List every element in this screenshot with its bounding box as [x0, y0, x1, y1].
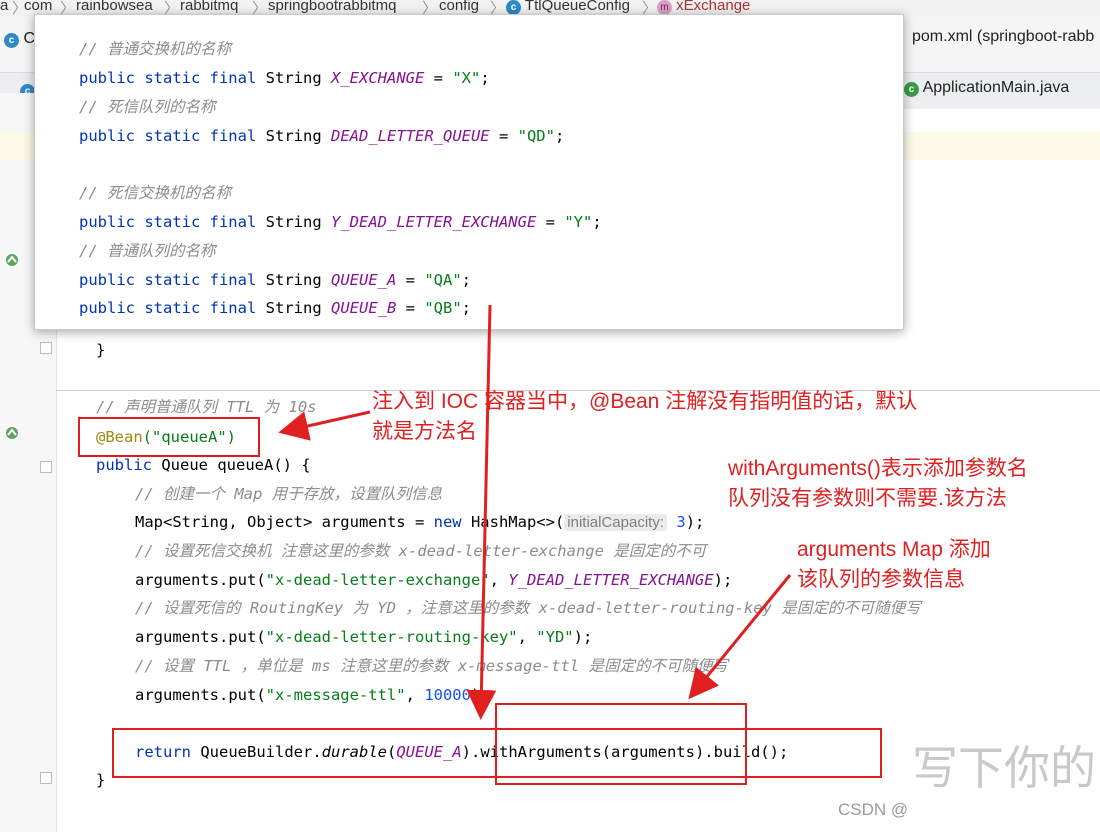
tab-left[interactable]: c C — [4, 30, 35, 48]
witharguments-highlight-box — [495, 703, 747, 785]
code-comment: // 创建一个 Map 用于存放，设置队列信息 — [135, 485, 443, 503]
bean-highlight-box — [78, 417, 260, 457]
note-bean: 注入到 IOC 容器当中，@Bean 注解没有指明值的话，默认 就是方法名 — [372, 390, 918, 443]
class-icon: c — [506, 0, 521, 15]
code-line: } — [96, 771, 106, 789]
class-icon: c — [4, 33, 19, 48]
code-comment: // 设置死信交换机 注意这里的参数 x-dead-letter-exchang… — [135, 542, 707, 560]
breadcrumb-item[interactable]: com — [24, 0, 52, 14]
popup-comment: // 普通队列的名称 — [79, 242, 216, 260]
csdn-watermark: CSDN @ — [838, 800, 909, 819]
breadcrumb-item[interactable]: config — [439, 0, 479, 14]
spring-bean-icon[interactable] — [4, 253, 20, 267]
code-line-put: arguments.put("x-dead-letter-exchange", … — [135, 571, 733, 589]
tab-pom-xml[interactable]: pom.xml (springboot-rabb — [912, 28, 1094, 46]
breadcrumb-item[interactable]: rabbitmq — [180, 0, 238, 14]
code-comment: // 声明普通队列 TTL 为 10s — [96, 398, 317, 416]
popup-constant-line: public static final String QUEUE_A = "QA… — [79, 271, 471, 289]
breadcrumb-class[interactable]: c TtlQueueConfig — [506, 0, 630, 15]
code-comment: // 设置 TTL ，单位是 ms 注意这里的参数 x-message-ttl … — [135, 657, 728, 675]
breadcrumb-item[interactable]: rainbowsea — [76, 0, 153, 14]
code-line: } — [96, 341, 106, 359]
parameter-hint: initialCapacity: — [564, 514, 667, 531]
spring-bean-icon[interactable] — [4, 426, 20, 440]
note-arguments-map: arguments Map 添加 该队列的参数信息 — [797, 538, 991, 591]
popup-constant-line: public static final String QUEUE_B = "QB… — [79, 299, 471, 317]
arrow-to-queue-a — [466, 304, 497, 720]
method-icon: m — [657, 0, 672, 15]
code-line-signature: public Queue queueA() { — [96, 456, 311, 474]
spring-class-icon: c — [904, 82, 919, 97]
fold-marker[interactable] — [40, 342, 52, 354]
fold-marker[interactable] — [40, 772, 52, 784]
popup-constant-line: public static final String X_EXCHANGE = … — [79, 69, 490, 87]
code-line-put: arguments.put("x-message-ttl", 10000); — [135, 686, 490, 704]
code-comment: // 设置死信的 RoutingKey 为 YD ，注意这里的参数 x-dead… — [135, 599, 921, 617]
popup-comment: // 死信队列的名称 — [79, 98, 216, 116]
popup-constant-line: public static final String Y_DEAD_LETTER… — [79, 213, 602, 231]
note-witharguments: withArguments()表示添加参数名 队列没有参数则不需要.该方法 — [728, 457, 1028, 510]
popup-comment: // 普通交换机的名称 — [79, 40, 231, 58]
handwritten-watermark: 写下你的 — [912, 742, 1096, 794]
popup-constant-line: public static final String DEAD_LETTER_Q… — [79, 127, 565, 145]
quick-definition-popup[interactable]: // 普通交换机的名称 public static final String X… — [34, 14, 904, 330]
fold-marker[interactable] — [40, 461, 52, 473]
code-line-put: arguments.put("x-dead-letter-routing-key… — [135, 628, 593, 646]
popup-comment: // 死信交换机的名称 — [79, 184, 231, 202]
code-line-map: Map<String, Object> arguments = new Hash… — [135, 513, 705, 531]
breadcrumb-method[interactable]: m xExchange — [657, 0, 750, 15]
tab-application-main[interactable]: c ApplicationMain.java — [904, 79, 1069, 97]
breadcrumb-item[interactable]: springbootrabbitmq — [268, 0, 396, 14]
breadcrumb-item[interactable]: a — [0, 0, 8, 14]
